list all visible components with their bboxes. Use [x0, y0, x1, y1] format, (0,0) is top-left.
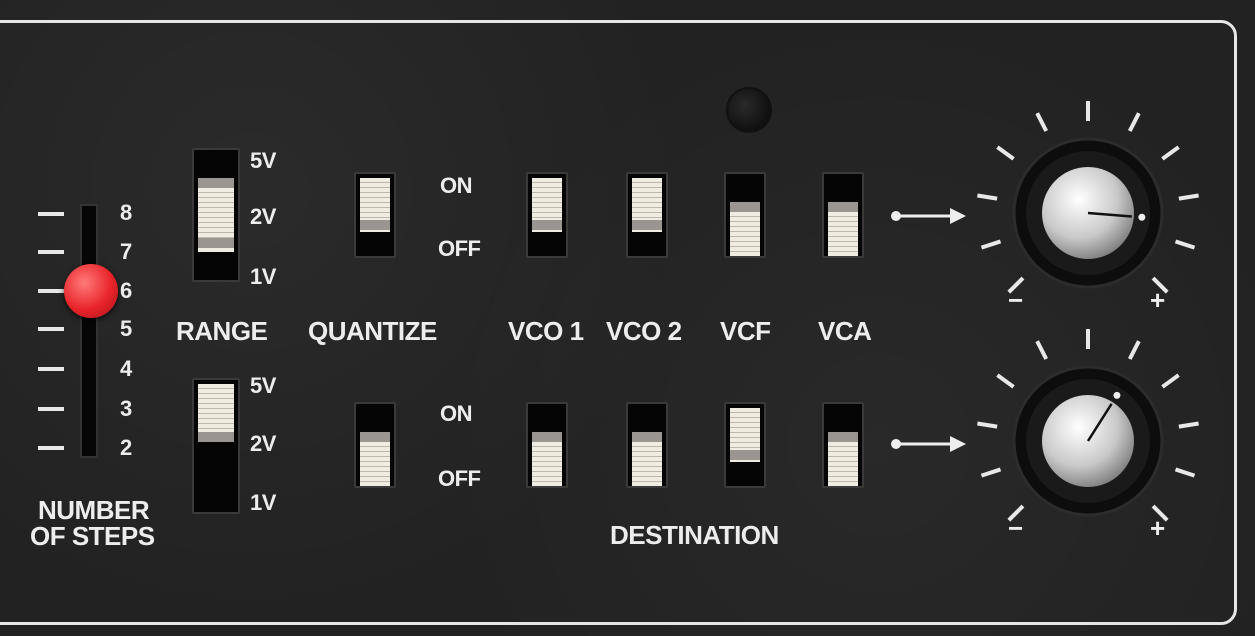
- vco1-switch-lower[interactable]: [526, 402, 568, 488]
- vco1-switch-upper[interactable]: [526, 172, 568, 258]
- step-label-7: 7: [120, 239, 132, 264]
- quantize-label: QUANTIZE: [308, 316, 437, 346]
- range-switch-lower[interactable]: [192, 378, 240, 514]
- knob-indicator-dot: [1113, 391, 1121, 399]
- vcf-switch-upper[interactable]: [724, 172, 766, 258]
- range-lower-5v: 5V: [250, 373, 276, 398]
- knob-tick: [1161, 373, 1180, 389]
- dest-label-vco2: VCO 2: [606, 316, 682, 346]
- step-tick: [38, 289, 64, 293]
- vca-switch-upper[interactable]: [822, 172, 864, 258]
- range-lower-1v: 1V: [250, 490, 276, 515]
- vca-switch-lower[interactable]: [822, 402, 864, 488]
- knob-tick: [1174, 467, 1196, 478]
- knob-tick: [1127, 340, 1141, 360]
- step-label-5: 5: [120, 316, 132, 341]
- knob-tick: [1174, 239, 1196, 250]
- range-upper-1v: 1V: [250, 264, 276, 289]
- step-label-8: 8: [120, 200, 132, 225]
- quantize-on-label-lower: ON: [440, 401, 473, 426]
- step-tick: [38, 327, 64, 331]
- knob-tick: [1035, 112, 1049, 132]
- knob-upper-plus: +: [1150, 285, 1165, 315]
- knob-lower-minus: −: [1008, 513, 1023, 543]
- arrow-right-icon-lower: [891, 436, 966, 452]
- range-label: RANGE: [176, 316, 268, 346]
- knob-tick: [980, 467, 1002, 478]
- steps-title-line2: OF STEPS: [30, 521, 155, 551]
- level-knob-upper[interactable]: [970, 100, 1210, 330]
- step-tick: [38, 250, 64, 254]
- sequencer-panel: 8 7 6 5 4 3 2 NUMBER OF STEPS 5V 2V 1V R…: [0, 0, 1255, 636]
- vcf-switch-lower[interactable]: [724, 402, 766, 488]
- dest-label-vca: VCA: [818, 316, 872, 346]
- step-label-6: 6: [120, 278, 132, 303]
- arrow-right-icon-upper: [891, 208, 966, 224]
- steps-slider-handle[interactable]: [64, 264, 118, 318]
- range-switch-upper[interactable]: [192, 148, 240, 282]
- knob-upper-minus: −: [1008, 285, 1023, 315]
- quantize-off-label-upper: OFF: [438, 236, 481, 261]
- knob-tick: [980, 239, 1002, 250]
- knob-indicator-dot: [1138, 213, 1146, 221]
- knob-tick: [996, 373, 1015, 389]
- steps-slider-track[interactable]: [80, 204, 98, 458]
- destination-label: DESTINATION: [610, 520, 779, 550]
- dest-label-vcf: VCF: [720, 316, 771, 346]
- step-tick: [38, 212, 64, 216]
- knob-tick: [977, 193, 998, 201]
- knob-tick: [1178, 193, 1199, 201]
- knob-tick: [1178, 421, 1199, 429]
- vco2-switch-lower[interactable]: [626, 402, 668, 488]
- quantize-off-label-lower: OFF: [438, 466, 481, 491]
- vco2-switch-upper[interactable]: [626, 172, 668, 258]
- knob-tick: [996, 145, 1015, 161]
- step-label-3: 3: [120, 396, 132, 421]
- quantize-switch-lower[interactable]: [354, 402, 396, 488]
- step-label-2: 2: [120, 435, 132, 460]
- knob-lower-plus: +: [1150, 513, 1165, 543]
- quantize-on-label-upper: ON: [440, 173, 473, 198]
- step-tick: [38, 367, 64, 371]
- dest-label-vco1: VCO 1: [508, 316, 584, 346]
- step-tick: [38, 407, 64, 411]
- knob-tick: [1035, 340, 1049, 360]
- quantize-switch-upper[interactable]: [354, 172, 396, 258]
- knob-tick: [1161, 145, 1180, 161]
- range-lower-2v: 2V: [250, 431, 276, 456]
- step-tick: [38, 446, 64, 450]
- knob-tick: [977, 421, 998, 429]
- range-upper-2v: 2V: [250, 204, 276, 229]
- indicator-led: [726, 87, 772, 133]
- knob-tick: [1127, 112, 1141, 132]
- step-label-4: 4: [120, 356, 132, 381]
- level-knob-lower[interactable]: [970, 328, 1210, 558]
- steps-title-line1: NUMBER: [38, 495, 150, 525]
- range-upper-5v: 5V: [250, 148, 276, 173]
